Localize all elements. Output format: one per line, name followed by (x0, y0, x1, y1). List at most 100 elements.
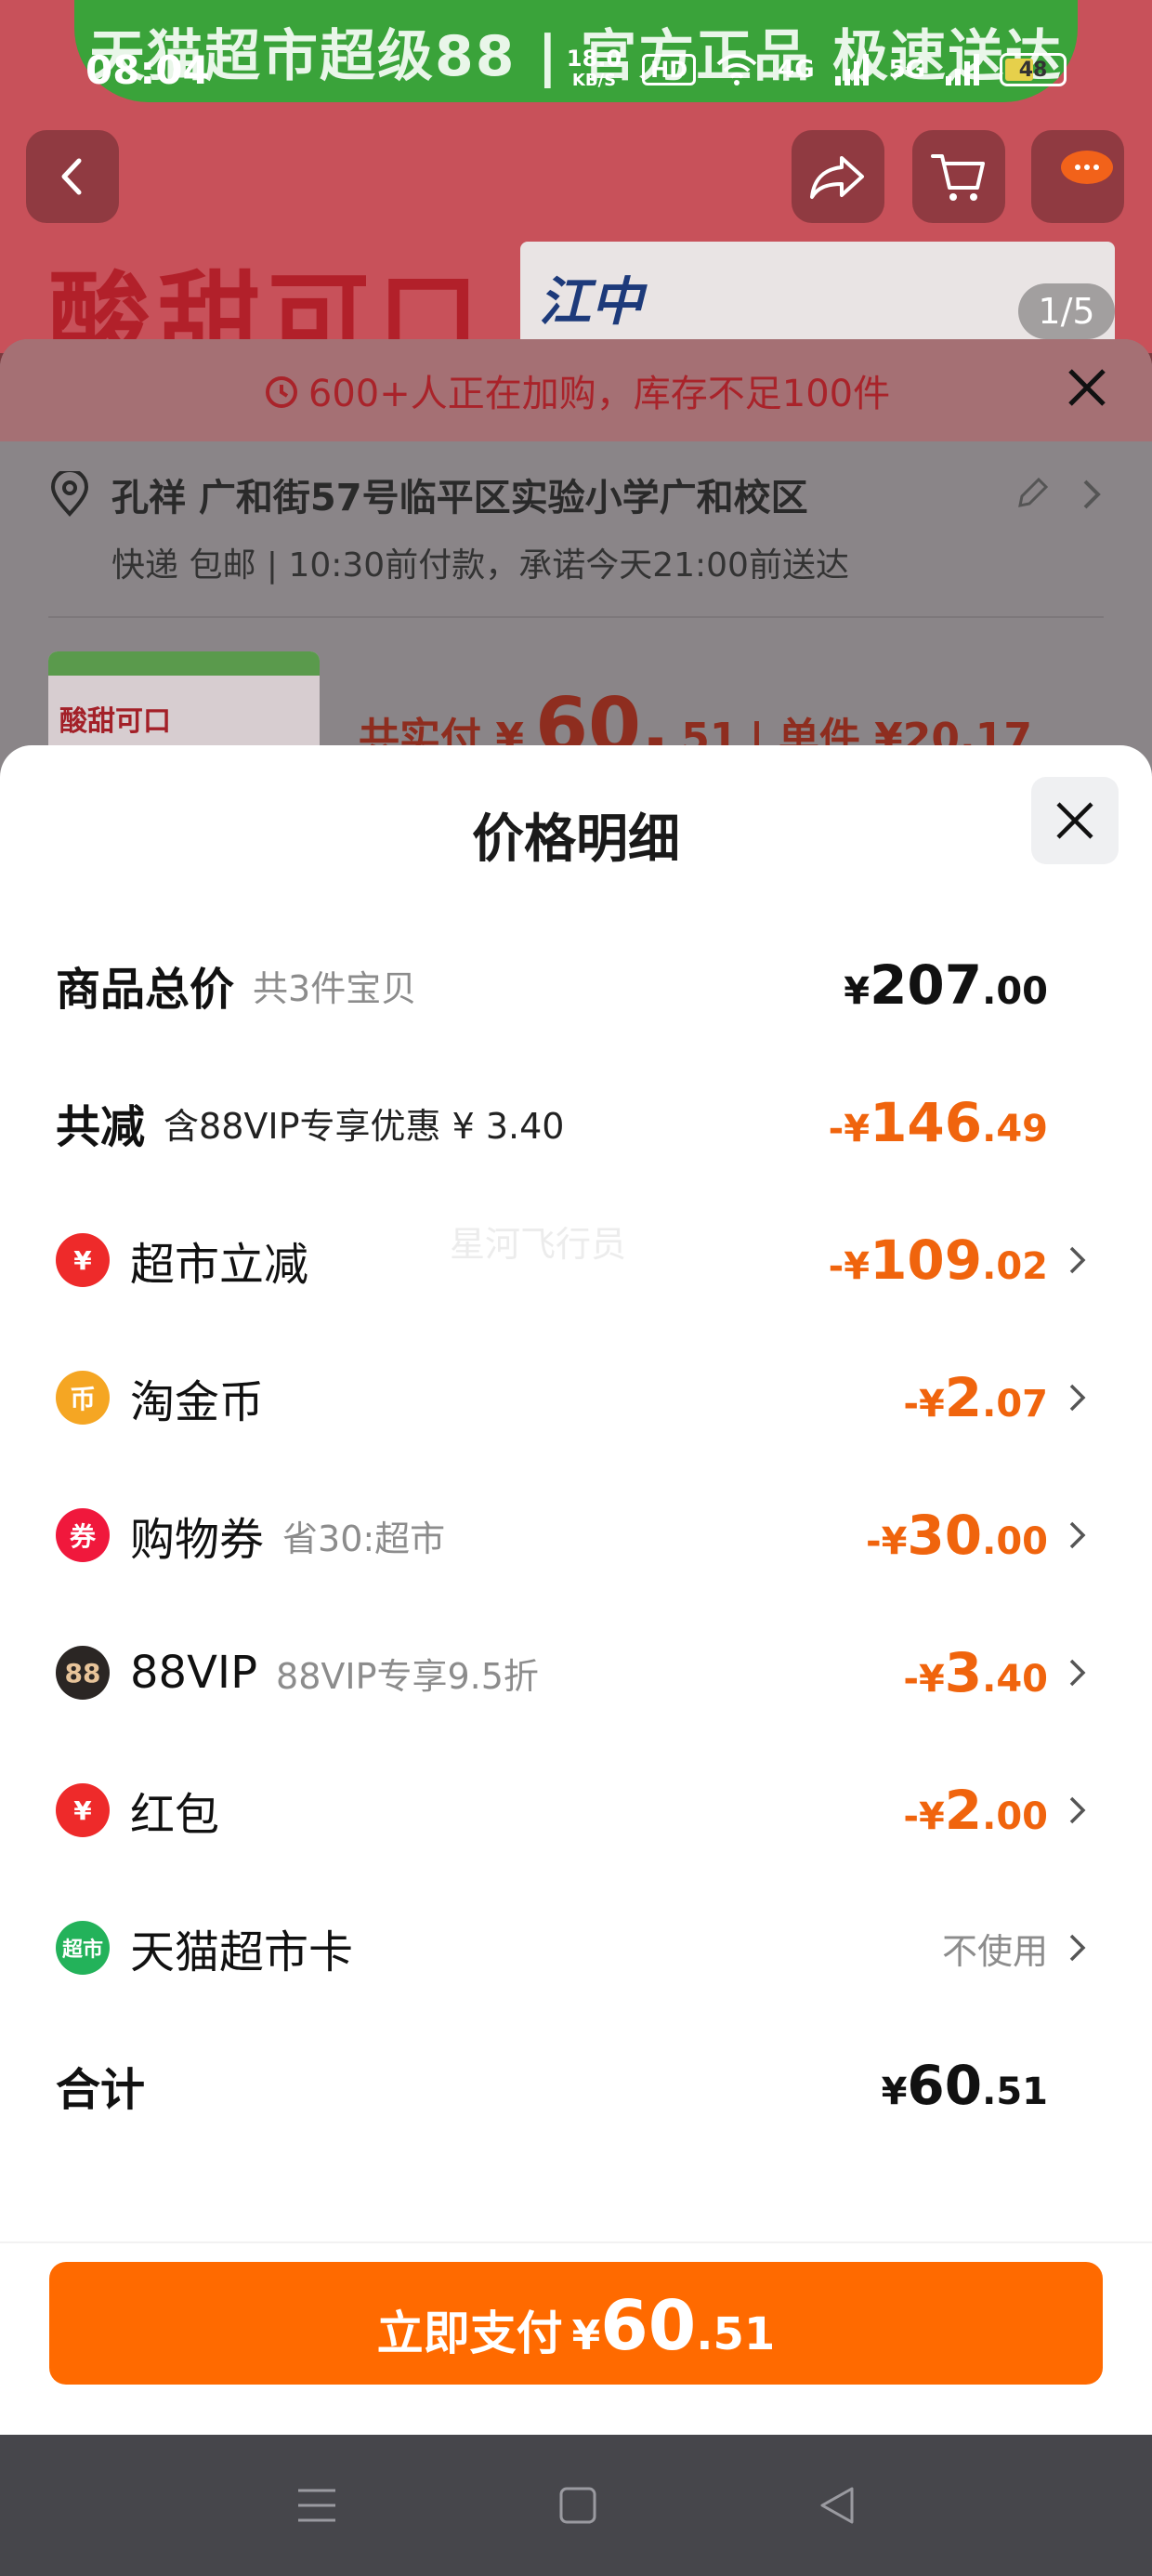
back-button[interactable] (26, 130, 119, 223)
card-status: 不使用 (941, 1930, 1048, 1972)
row-coupon[interactable]: 券 购物券 省30:超市 -¥ 30 .00 (56, 1489, 1087, 1582)
cart-button[interactable] (912, 130, 1005, 223)
menu-icon[interactable] (295, 2485, 339, 2526)
amount-currency: ¥ (881, 2070, 908, 2113)
chevron-right-icon (1069, 1796, 1086, 1824)
amount-currency: ¥ (844, 970, 871, 1013)
net-speed-value: 18.0 (566, 46, 622, 72)
row-label: 天猫超市卡 (130, 1926, 354, 1978)
pay-now-button[interactable]: 立即支付 ¥ 60 .51 (49, 2262, 1103, 2385)
row-supermarket-card[interactable]: 超市 天猫超市卡 不使用 (56, 1901, 1087, 1994)
stock-alert-text: 600+人正在加购，库存不足100件 (308, 373, 891, 415)
amount-int: 109 (870, 1229, 983, 1292)
divider (0, 2241, 1152, 2243)
row-sub: 共3件宝贝 (253, 967, 417, 1009)
row-amount: ¥ 60 .51 (882, 2054, 1048, 2117)
row-amount: -¥ 2 .00 (903, 1779, 1048, 1842)
modal-close-button[interactable] (1031, 777, 1119, 864)
chevron-right-icon[interactable] (1081, 478, 1104, 511)
coupon-icon: 券 (56, 1508, 110, 1562)
amount-currency: -¥ (903, 1795, 945, 1838)
row-amount: -¥ 30 .00 (866, 1504, 1048, 1567)
share-icon (810, 156, 864, 199)
amount-dec: .40 (982, 1658, 1048, 1701)
row-label: 合计 (56, 2064, 146, 2116)
location-icon (50, 471, 89, 517)
signal-4g: 4G (778, 56, 815, 84)
battery-indicator: 48 (1000, 53, 1067, 86)
chevron-right-icon (1069, 1246, 1086, 1274)
net-speed-unit: KB/S (571, 71, 617, 90)
chevron-right-icon (1069, 1521, 1086, 1549)
system-nav-bar (0, 2435, 1152, 2576)
amount-int: 3 (944, 1641, 983, 1704)
status-bar: 08:04 18.0 KB/S HD 4G 5G 48 (0, 0, 1152, 139)
pay-button-dec: .51 (696, 2308, 776, 2360)
close-icon (1056, 802, 1093, 839)
address-text: 孔祥 广和街57号临平区实验小学广和校区 (111, 477, 808, 519)
supermarket-discount-icon: ¥ (56, 1233, 110, 1287)
row-amount: -¥ 146 .49 (829, 1091, 1048, 1154)
amount-dec: .00 (982, 970, 1048, 1013)
row-amount: ¥ 207 .00 (844, 953, 1048, 1017)
amount-dec: .00 (982, 1795, 1048, 1838)
amount-dec: .02 (982, 1245, 1048, 1288)
row-red-packet[interactable]: ¥ 红包 -¥ 2 .00 (56, 1764, 1087, 1857)
close-icon (1068, 369, 1106, 406)
amount-dec: .49 (982, 1108, 1048, 1150)
back-triangle-icon[interactable] (817, 2485, 857, 2526)
chevron-right-icon (1069, 1659, 1086, 1687)
amount-currency: -¥ (828, 1245, 871, 1288)
order-sheet: 600+人正在加购，库存不足100件 孔祥 广和街57号临平区实验小学广和校区 … (0, 339, 1152, 804)
hd-badge: HD (642, 54, 697, 85)
amount-dec: .00 (982, 1520, 1048, 1563)
amount-dec: .51 (982, 2070, 1048, 2113)
amount-int: 30 (907, 1504, 983, 1567)
amount-int: 2 (944, 1366, 983, 1429)
amount-int: 60 (907, 2054, 983, 2117)
chevron-right-icon (1069, 1934, 1086, 1962)
row-88vip[interactable]: 88 88VIP 88VIP专享9.5折 -¥ 3 .40 (56, 1626, 1087, 1719)
amount-currency: -¥ (865, 1520, 908, 1563)
back-icon (61, 158, 82, 195)
row-sub: 省30:超市 (282, 1518, 446, 1559)
alert-close-button[interactable] (1067, 367, 1107, 417)
thumb-text: 酸甜可口 (59, 705, 171, 738)
pay-button-int: 60 (600, 2286, 697, 2366)
red-packet-icon: ¥ (56, 1783, 110, 1837)
row-sub: 含88VIP专享优惠 ¥ 3.40 (164, 1105, 565, 1147)
image-pager: 1/5 (1018, 283, 1115, 339)
row-supermarket-discount[interactable]: ¥ 超市立减 -¥ 109 .02 (56, 1214, 1087, 1307)
share-button[interactable] (792, 130, 884, 223)
row-grand-total: 合计 ¥ 60 .51 (56, 2039, 1087, 2132)
cart-icon (931, 154, 985, 201)
row-taojinbi[interactable]: 币 淘金币 -¥ 2 .07 (56, 1351, 1087, 1444)
row-label: 共减 (56, 1101, 146, 1153)
amount-currency: -¥ (903, 1658, 945, 1701)
clock: 08:04 (85, 46, 210, 93)
amount-dec: .07 (982, 1383, 1048, 1426)
amount-int: 146 (870, 1091, 983, 1154)
row-sub: 88VIP专享9.5折 (276, 1655, 539, 1697)
row-label: 88VIP (130, 1647, 258, 1699)
row-total-discount: 共减 含88VIP专享优惠 ¥ 3.40 -¥ 146 .49 (56, 1076, 1087, 1169)
chevron-right-icon (1069, 1384, 1086, 1412)
row-label: 超市立减 (130, 1239, 309, 1291)
signal-bars-icon (946, 54, 979, 85)
stock-alert: 600+人正在加购，库存不足100件 (0, 339, 1152, 441)
row-label: 购物券 (130, 1514, 265, 1566)
coin-icon: 币 (56, 1371, 110, 1425)
more-button[interactable] (1031, 130, 1124, 223)
row-goods-total: 商品总价 共3件宝贝 ¥ 207 .00 (56, 939, 1087, 1032)
screen: 天猫超市超级88 | 官方正品 极速送达 酸甜可口 江中 1/5 08:04 1… (0, 0, 1152, 2576)
pay-button-label: 立即支付 (376, 2307, 563, 2360)
home-icon[interactable] (557, 2485, 598, 2526)
edit-icon[interactable] (1013, 476, 1050, 513)
delivery-info: 快递 包邮 | 10:30前付款，承诺今天21:00前送达 (111, 546, 849, 585)
address-block[interactable]: 孔祥 广和街57号临平区实验小学广和校区 快递 包邮 | 10:30前付款，承诺… (0, 441, 1152, 586)
amount-currency: -¥ (903, 1383, 945, 1426)
signal-5g: 5G (888, 56, 925, 84)
row-amount: -¥ 109 .02 (829, 1229, 1048, 1292)
modal-title: 价格明细 (472, 809, 680, 870)
battery-level: 48 (1018, 59, 1048, 82)
